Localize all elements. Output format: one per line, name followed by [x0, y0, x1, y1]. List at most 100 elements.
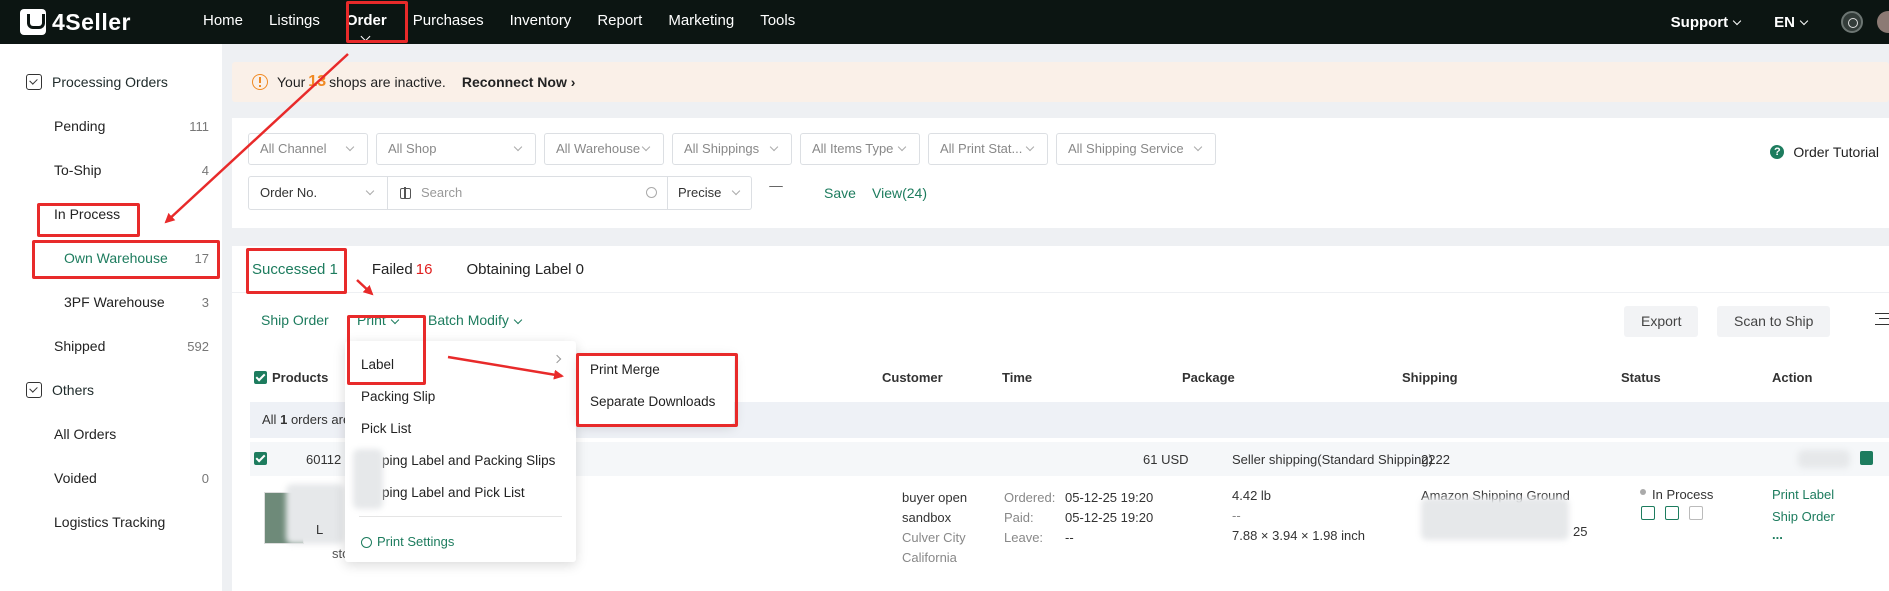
notice-count: 13	[308, 73, 327, 90]
sidebar-item-label: 3PF Warehouse	[64, 294, 165, 310]
batch-modify-dropdown[interactable]: Batch Modify	[428, 312, 523, 328]
sidebar-item-label: Shipped	[54, 338, 106, 354]
language-menu[interactable]: EN	[1774, 14, 1809, 31]
scan-to-ship-button[interactable]: Scan to Ship	[1717, 306, 1831, 337]
shippings-select[interactable]: All Shippings	[672, 133, 792, 165]
warehouse-select[interactable]: All Warehouse	[544, 133, 664, 165]
tracking-value: 2222	[1421, 452, 1450, 467]
order-number[interactable]: 60112	[306, 452, 341, 467]
customer-city: Culver City	[902, 530, 966, 545]
menu-item-packing-slip[interactable]: Packing Slip	[361, 389, 435, 404]
search-input[interactable]: Search	[388, 176, 668, 210]
tab-failed[interactable]: Failed 16	[372, 261, 433, 278]
chevron-down-icon	[1799, 16, 1809, 26]
support-menu[interactable]: Support	[1671, 14, 1742, 31]
shipping-service-select[interactable]: All Shipping Service	[1056, 133, 1216, 165]
search-placeholder: Search	[421, 185, 463, 200]
tutorial-label: Order Tutorial	[1793, 144, 1879, 160]
menu-item-label[interactable]: Label	[361, 357, 394, 372]
nav-tools[interactable]: Tools	[747, 0, 808, 44]
sidebar-item-logistics-tracking[interactable]: Logistics Tracking	[54, 512, 209, 532]
user-avatar[interactable]	[1877, 11, 1889, 33]
menu-item-label-and-pick[interactable]: ping Label and Pick List	[382, 485, 525, 500]
package-weight: 4.42 lb	[1232, 488, 1272, 503]
leave-label: Leave:	[1004, 530, 1044, 545]
print-label: Print	[357, 312, 386, 328]
nav-order[interactable]: Order	[333, 0, 400, 44]
sidebar-item-own-warehouse[interactable]: Own Warehouse 17	[64, 248, 209, 268]
sidebar-item-in-process[interactable]: In Process	[54, 204, 209, 224]
nav-report[interactable]: Report	[584, 0, 655, 44]
print-packing-icon[interactable]	[1665, 506, 1679, 520]
print-settings-link[interactable]: Print Settings	[361, 534, 454, 549]
sidebar-group-processing[interactable]: Processing Orders	[26, 72, 168, 92]
note-icon[interactable]	[1860, 451, 1873, 465]
nav-home[interactable]: Home	[190, 0, 256, 44]
sidebar-item-pending[interactable]: Pending 111	[54, 116, 209, 136]
clipboard-check-icon	[26, 74, 42, 90]
sidebar-item-label: Logistics Tracking	[54, 514, 166, 530]
notice-prefix: Your	[277, 74, 306, 90]
sidebar-item-voided[interactable]: Voided 0	[54, 468, 209, 488]
menu-item-pick-list[interactable]: Pick List	[361, 421, 411, 436]
column-settings-icon[interactable]	[1875, 313, 1889, 325]
search-icon[interactable]	[646, 187, 657, 198]
print-status-select[interactable]: All Print Stat...	[928, 133, 1048, 165]
nav-listings[interactable]: Listings	[256, 0, 333, 44]
select-all-checkbox[interactable]	[254, 371, 267, 384]
ordered-value: 05-12-25 19:20	[1065, 490, 1154, 505]
menu-item-label-and-packing[interactable]: ping Label and Packing Slips	[382, 453, 555, 468]
sidebar-item-label: Voided	[54, 470, 97, 486]
settings-gear-icon[interactable]	[1841, 11, 1863, 33]
tab-obtaining-label[interactable]: Obtaining Label 0	[466, 261, 584, 278]
select-value: Precise	[678, 185, 722, 200]
top-navigation-bar: 4Seller Home Listings Order Purchases In…	[0, 0, 1889, 44]
views-button[interactable]: View(24)	[872, 185, 927, 201]
menu-item-separate-downloads[interactable]: Separate Downloads	[590, 394, 715, 409]
batch-modify-label: Batch Modify	[428, 312, 509, 328]
col-time: Time	[1002, 370, 1033, 385]
batch-search-icon[interactable]	[400, 187, 411, 199]
sidebar-item-all-orders[interactable]: All Orders	[54, 424, 209, 444]
ship-order-button[interactable]: Ship Order	[261, 312, 329, 328]
sidebar-item-3pf-warehouse[interactable]: 3PF Warehouse 3	[64, 292, 209, 312]
reconnect-now-link[interactable]: Reconnect Now ›	[462, 74, 576, 90]
filter-funnel-icon[interactable]	[769, 186, 783, 200]
ship-order-action[interactable]: Ship Order	[1772, 509, 1835, 524]
redacted-block	[286, 484, 344, 544]
shop-select[interactable]: All Shop	[376, 133, 536, 165]
notice-suffix: shops are inactive.	[329, 74, 446, 90]
select-value: All Shop	[388, 141, 437, 156]
save-view-button[interactable]: Save	[824, 185, 856, 201]
nav-purchases[interactable]: Purchases	[400, 0, 497, 44]
order-no-select[interactable]: Order No.	[248, 176, 388, 210]
chevron-down-icon	[641, 142, 651, 152]
more-actions[interactable]: ...	[1772, 527, 1783, 542]
print-label-icon[interactable]	[1641, 506, 1655, 520]
order-tutorial-link[interactable]: ? Order Tutorial	[1770, 144, 1879, 160]
menu-item-print-merge[interactable]: Print Merge	[590, 362, 660, 377]
print-picklist-icon[interactable]	[1689, 506, 1703, 520]
paid-label: Paid:	[1004, 510, 1034, 525]
sidebar-item-shipped[interactable]: Shipped 592	[54, 336, 209, 356]
tab-count: 16	[415, 260, 433, 278]
sidebar-group-others[interactable]: Others	[26, 380, 94, 400]
tab-successed[interactable]: Successed 1	[252, 261, 338, 278]
filter-panel: All Channel All Shop All Warehouse All S…	[232, 118, 1889, 228]
match-mode-select[interactable]: Precise	[668, 176, 752, 210]
divider	[359, 516, 562, 517]
sidebar-item-to-ship[interactable]: To-Ship 4	[54, 160, 209, 180]
items-type-select[interactable]: All Items Type	[800, 133, 920, 165]
order-checkbox[interactable]	[254, 452, 267, 465]
nav-inventory[interactable]: Inventory	[497, 0, 585, 44]
print-dropdown[interactable]: Print	[357, 312, 400, 328]
export-button[interactable]: Export	[1624, 306, 1699, 337]
channel-select[interactable]: All Channel	[248, 133, 368, 165]
select-value: All Shipping Service	[1068, 141, 1184, 156]
select-value: All Print Stat...	[940, 141, 1023, 156]
customer-state: California	[902, 550, 957, 565]
shipping-type: Seller shipping(Standard Shipping)	[1232, 452, 1433, 467]
brand-logo[interactable]: 4Seller	[20, 8, 131, 36]
nav-marketing[interactable]: Marketing	[655, 0, 747, 44]
print-label-action[interactable]: Print Label	[1772, 487, 1834, 502]
